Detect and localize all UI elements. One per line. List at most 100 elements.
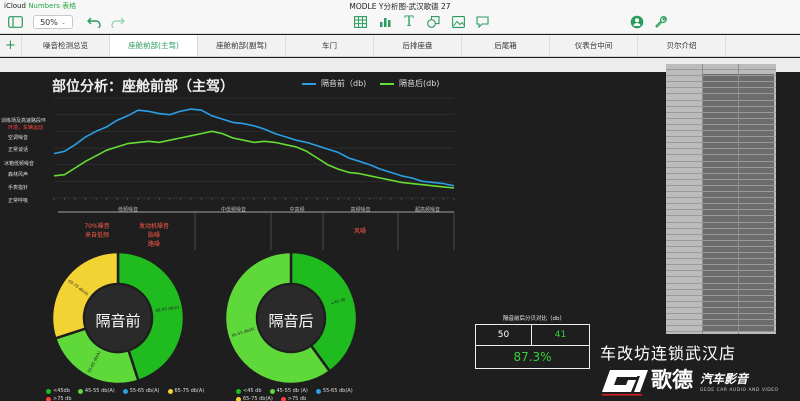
- tab-sheet-active[interactable]: 座舱前部(主驾): [110, 35, 198, 56]
- legend-label: 隔音后(db): [399, 79, 440, 88]
- legend-entry: 65-75 db(A): [167, 388, 205, 394]
- chart-button[interactable]: [376, 13, 394, 31]
- settings-button[interactable]: [652, 13, 670, 31]
- tab-sheet[interactable]: 仪表台中间: [550, 35, 638, 56]
- region-label: 低频噪音: [117, 207, 138, 213]
- legend-dot: [269, 388, 275, 394]
- table-button[interactable]: [351, 13, 369, 31]
- legend-text: 55-65 db(A): [322, 388, 353, 394]
- table-row: [666, 70, 776, 77]
- zoom-value: 50%: [40, 17, 58, 27]
- legend-text: >75 db: [287, 396, 307, 401]
- table-row: [666, 296, 776, 302]
- table-row: [666, 82, 776, 89]
- pie-legend-after: <45 db 45-55 db (A) 55-65 db(A) 65-75 db(A)…: [236, 388, 396, 401]
- app-window: iCloud Numbers 表格 MODLE Y分析图-武汉歌德 27 50%…: [0, 0, 800, 401]
- chart-title: 部位分析：座舱前部（主驾）: [52, 79, 234, 95]
- annotation-low-frequency: 70%噪音 来自低频: [84, 223, 110, 239]
- left-label: 正常呼吸: [8, 198, 29, 204]
- legend-dot: [315, 388, 321, 394]
- table-row: [666, 101, 776, 107]
- redo-icon: [111, 17, 125, 28]
- media-button[interactable]: [449, 13, 467, 31]
- left-label: 环境，车辆运动: [8, 125, 44, 131]
- pie-legend-before: <45db 45-55 db(A) 55-65 db(A) 65-75 db(A) >7…: [46, 388, 206, 401]
- table-row: [666, 186, 776, 192]
- collaborate-button[interactable]: [628, 13, 646, 31]
- table-row: [666, 278, 776, 284]
- annotation-engine-noise: 发动机噪音 胎噪 路噪: [138, 223, 169, 248]
- table-row: [666, 156, 776, 162]
- legend-entry: <45db: [46, 388, 70, 394]
- logo-brand: 歌德: [651, 368, 693, 392]
- table-row: [666, 88, 776, 95]
- redo-button[interactable]: [109, 13, 127, 31]
- undo-button[interactable]: [85, 13, 103, 31]
- donut-center-label: 隔音后: [268, 312, 314, 330]
- legend-text: 65-75 db(A): [174, 388, 205, 394]
- region-label: 中低频噪音: [220, 207, 246, 213]
- undo-icon: [87, 17, 101, 28]
- table-row: [666, 284, 776, 290]
- table-row: [666, 131, 776, 138]
- table-row: [666, 76, 776, 83]
- table-row: [666, 210, 776, 217]
- legend-text: <45db: [53, 388, 70, 394]
- tab-sheet[interactable]: 贝尔介绍: [638, 35, 726, 56]
- table-row: [666, 326, 776, 333]
- table-row: [666, 223, 776, 229]
- table-row: [666, 204, 776, 211]
- legend-dot: [46, 396, 51, 401]
- comment-icon: [475, 16, 489, 28]
- legend-before: 隔音前（db): [302, 78, 366, 89]
- table-row: [666, 314, 776, 321]
- text-button[interactable]: T: [400, 13, 418, 31]
- table-row: [666, 217, 776, 223]
- tab-sheet[interactable]: 座舱前部(副驾): [198, 35, 286, 56]
- table-column-divider: [702, 64, 703, 334]
- annotation-wind-noise: 风噪: [353, 228, 366, 235]
- reduction-percentage: 87.3%: [476, 345, 589, 368]
- left-label: 手表指针: [8, 185, 29, 191]
- data-table[interactable]: [666, 64, 776, 334]
- table-row: [666, 64, 776, 70]
- table-row: [666, 253, 776, 260]
- tab-sheet[interactable]: 噪音检测总览: [22, 35, 110, 56]
- legend-dot: [122, 388, 128, 394]
- wrench-icon: [654, 15, 667, 28]
- left-label: 正常谈话: [8, 147, 29, 153]
- shape-button[interactable]: [424, 13, 442, 31]
- tab-sheet[interactable]: 后尾箱: [462, 35, 550, 56]
- legend-text: 45-55 db(A): [84, 388, 115, 394]
- table-column-divider: [738, 64, 739, 334]
- store-name: 车改坊连锁武汉店: [600, 344, 737, 363]
- title-bar: iCloud Numbers 表格 MODLE Y分析图-武汉歌德 27: [0, 0, 800, 11]
- legend-entry: >75 db: [46, 396, 72, 401]
- media-icon: [451, 16, 465, 28]
- table-row: [666, 308, 776, 314]
- zoom-select[interactable]: 50% ⌄: [33, 15, 73, 29]
- left-label: 森林风声: [8, 172, 29, 178]
- table-row: [666, 180, 776, 186]
- table-row: [666, 259, 776, 266]
- comment-button[interactable]: [473, 13, 491, 31]
- table-row: [666, 192, 776, 199]
- add-sheet-button[interactable]: +: [0, 35, 22, 56]
- legend-dot: [280, 396, 286, 401]
- legend-dot: [77, 388, 83, 394]
- table-row: [666, 198, 776, 205]
- chevron-down-icon: ⌄: [60, 18, 66, 26]
- legend-dot: [46, 388, 51, 394]
- legend-entry: 65-75 db(A): [236, 396, 273, 401]
- table-row: [666, 137, 776, 144]
- tab-sheet[interactable]: 后排座盘: [374, 35, 462, 56]
- tab-sheet[interactable]: 车门: [286, 35, 374, 56]
- legend-text: 55-65 db(A): [129, 388, 160, 394]
- legend-dot: [236, 388, 241, 394]
- legend-entry: 55-65 db(A): [315, 388, 353, 394]
- legend-entry: 45-55 db(A): [77, 388, 115, 394]
- sidebar-button[interactable]: [5, 13, 25, 31]
- logo-english: GEDE CAR AUDIO AND VIDEO: [700, 388, 779, 393]
- legend-text: 65-75 db(A): [243, 396, 273, 401]
- legend-text: >75 db: [53, 396, 72, 401]
